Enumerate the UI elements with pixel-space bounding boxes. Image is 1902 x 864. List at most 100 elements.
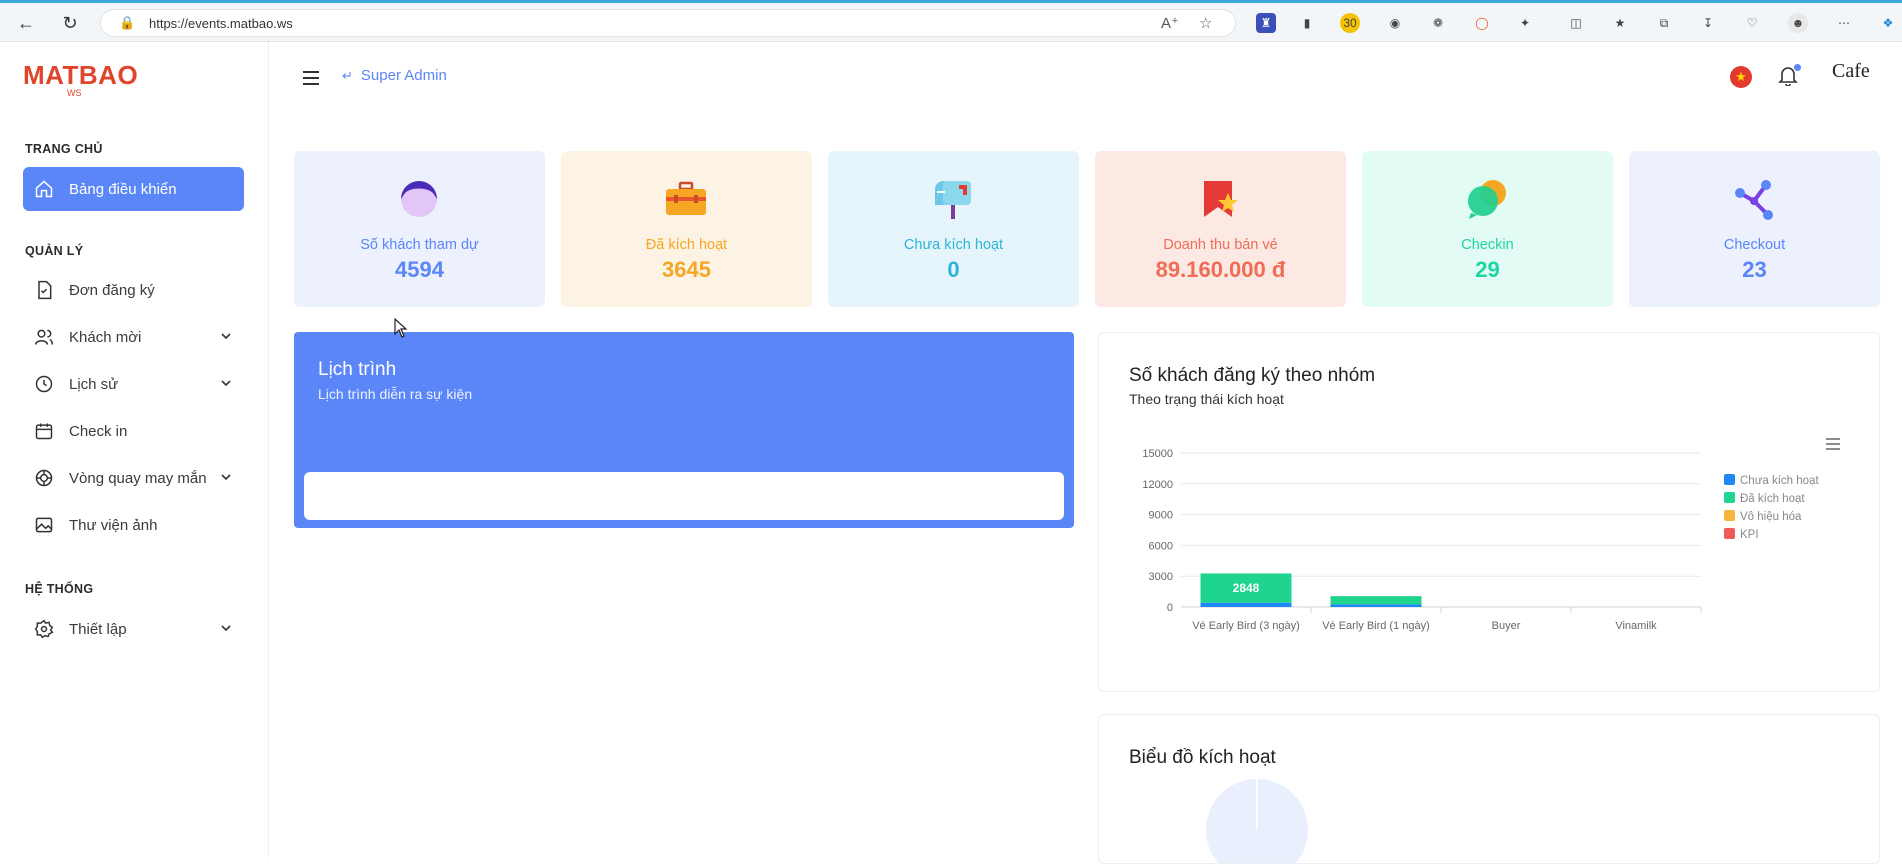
sidebar-item-registrations[interactable]: Đơn đăng ký [23,268,244,312]
stat-label: Đã kích hoạt [645,237,728,253]
stat-value: 4594 [395,257,444,282]
person-avatar-icon [397,177,441,221]
x-tick-label: Vé Early Bird (1 ngày) [1322,620,1430,632]
favorites-icon[interactable]: ★ [1610,13,1630,33]
mouse-cursor-icon [394,317,408,343]
collections-icon[interactable]: ⧉ [1654,13,1674,33]
super-admin-link[interactable]: ↵ Super Admin [342,67,447,84]
legend-label: Vô hiệu hóa [1740,511,1802,523]
hamburger-menu-icon[interactable] [302,70,320,91]
group-registration-chart-card: Số khách đăng ký theo nhóm Theo trạng th… [1098,332,1880,692]
data-label: 2848 [1233,581,1260,595]
schedule-content-box [304,472,1064,520]
vietnam-flag-icon[interactable]: ★ [1730,66,1752,88]
chevron-down-icon [220,376,232,393]
y-tick-label: 0 [1167,602,1173,614]
stat-card-not-activated: Chưa kích hoạt 0 [828,151,1079,307]
stat-card-checkin: Checkin 29 [1362,151,1613,307]
extension-icon[interactable]: ◉ [1385,13,1405,33]
ribbon-star-icon [1198,177,1242,221]
sidebar-item-checkin[interactable]: Check in [23,409,244,453]
notification-dot [1794,64,1801,71]
stat-value: 89.160.000 đ [1155,257,1286,282]
stat-card-attendees: Số khách tham dự 4594 [294,151,545,307]
brand-logo[interactable]: MATBAO WS [23,60,138,98]
stat-value: 29 [1475,257,1500,282]
sidebar-item-label: Thư viện ảnh [69,516,158,534]
legend-swatch [1724,528,1735,539]
legend-label: KPI [1740,529,1759,541]
chart-title: Số khách đăng ký theo nhóm [1129,365,1376,386]
browser-toolbar: ← ↻ 🔒 https://events.matbao.ws A⁺ ☆ ♜ ▮ … [0,0,1902,42]
sidebar-item-label: Bảng điều khiển [69,180,177,198]
y-tick-label: 12000 [1142,479,1173,491]
bar-segment [1330,604,1422,607]
sidebar-item-dashboard[interactable]: Bảng điều khiển [23,167,244,211]
briefcase-icon [664,177,708,221]
y-tick-label: 15000 [1142,448,1173,460]
extension-icon[interactable]: 30 [1340,13,1360,33]
download-icon[interactable]: ↧ [1698,13,1718,33]
sidebar: MATBAO WS TRANG CHỦ Bảng điều khiển QUẢN… [0,42,269,858]
y-tick-label: 3000 [1149,571,1173,583]
more-options-icon[interactable]: ⋯ [1834,13,1854,33]
bar-segment [1330,596,1422,605]
extension-icon[interactable]: ❁ [1428,13,1448,33]
chevron-down-icon [220,621,232,638]
pie-divider [1256,779,1258,829]
chart-subtitle: Theo trạng thái kích hoạt [1129,391,1284,407]
extension-icon[interactable]: ♜ [1256,13,1276,33]
user-avatar[interactable]: Cafe [1832,60,1872,94]
stat-value: 3645 [662,257,711,282]
sidebar-item-label: Lịch sử [69,375,119,393]
x-tick-label: Buyer [1492,620,1521,632]
x-tick-label: Vé Early Bird (3 ngày) [1192,620,1300,632]
back-arrow-icon[interactable]: ← [14,11,38,35]
top-header: ↵ Super Admin ★ Cafe [270,42,1902,112]
sidebar-item-label: Check in [69,422,128,440]
read-aloud-icon[interactable]: A⁺ [1161,14,1179,32]
copilot-icon[interactable]: ❖ [1878,13,1898,33]
schedule-panel: Lịch trình Lịch trình diễn ra sự kiện [294,332,1074,528]
stat-label: Số khách tham dự [360,237,479,253]
schedule-title: Lịch trình [318,359,397,380]
sidebar-item-label: Thiết lập [69,620,127,638]
home-icon [33,178,55,200]
favorite-star-icon[interactable]: ☆ [1199,14,1212,32]
chat-bubbles-icon [1465,177,1509,221]
stat-card-revenue: Doanh thu bán vé 89.160.000 đ [1095,151,1346,307]
section-label-system: HỆ THỐNG [25,582,94,596]
sidebar-item-gallery[interactable]: Thư viện ảnh [23,503,244,547]
extension-icon[interactable]: ▮ [1297,13,1317,33]
bar-chart: 0 3000 6000 9000 12000 15000 Vé Early Bird (3 … [1142,448,1819,632]
chevron-down-icon [220,470,232,487]
super-admin-label: Super Admin [360,67,447,84]
logo-subtext: WS [67,88,82,98]
share-nodes-icon [1732,177,1776,221]
performance-icon[interactable]: ♡ [1742,13,1762,33]
section-label-home: TRANG CHỦ [25,142,103,156]
stat-label: Doanh thu bán vé [1163,237,1278,253]
bar-segment [1200,602,1292,607]
puzzle-icon[interactable]: ✦ [1515,13,1535,33]
refresh-icon[interactable]: ↻ [58,11,82,35]
sidebar-item-guests[interactable]: Khách mời [23,315,244,359]
wheel-icon [33,467,55,489]
stat-label: Checkin [1461,237,1514,253]
legend-label: Chưa kích hoạt [1740,475,1819,487]
sidebar-item-history[interactable]: Lịch sử [23,362,244,406]
document-icon [33,279,55,301]
address-bar[interactable]: 🔒 https://events.matbao.ws A⁺ ☆ [100,9,1236,37]
split-screen-icon[interactable]: ◫ [1566,13,1586,33]
stat-label: Checkout [1723,237,1786,253]
sidebar-item-lucky-wheel[interactable]: Vòng quay may mắn [23,456,244,500]
chevron-down-icon [220,329,232,346]
profile-icon[interactable]: ☻ [1788,13,1808,33]
activation-chart-card: Biểu đồ kích hoạt [1098,714,1880,864]
url-text[interactable]: https://events.matbao.ws [149,16,293,31]
sidebar-item-settings[interactable]: Thiết lập [23,607,244,651]
extension-icon[interactable]: ◯ [1472,13,1492,33]
sidebar-item-label: Khách mời [69,328,142,346]
activation-chart-title: Biểu đồ kích hoạt [1129,747,1276,768]
schedule-subtitle: Lịch trình diễn ra sự kiện [318,386,473,402]
